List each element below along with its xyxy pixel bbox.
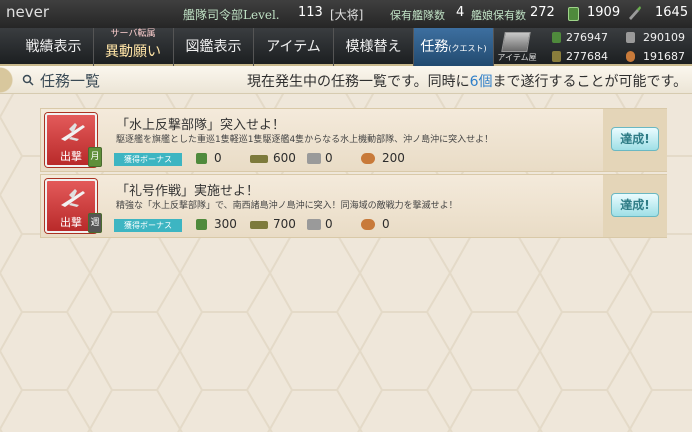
ammo-icon bbox=[250, 155, 268, 163]
bucket-icon bbox=[568, 7, 579, 21]
msg-before: 現在発生中の任務一覧です。同時に bbox=[247, 74, 470, 90]
quest-description: 駆逐艦を旗艦とした重巡1隻軽巡1隻駆逐艦4隻からなる水上機動部隊、沖ノ島沖に突入… bbox=[116, 135, 494, 145]
main-nav: 戦績表示 サーバ転属 異動願い 図鑑表示 アイテム 模様替え 任務(クエスト) … bbox=[0, 28, 692, 66]
nav-library-button[interactable]: 図鑑表示 bbox=[174, 28, 254, 66]
rank-label: [大将] bbox=[330, 8, 364, 22]
nav-quest-button[interactable]: 任務(クエスト) bbox=[414, 28, 494, 66]
quest-limit-message: 現在発生中の任務一覧です。同時に6個まで遂行することが可能です。 bbox=[247, 71, 687, 91]
item-shop-button[interactable]: アイテム屋 bbox=[494, 28, 540, 66]
reward-bauxite: 200 bbox=[382, 151, 405, 165]
reward-fuel: 0 bbox=[214, 151, 222, 165]
bauxite-icon bbox=[361, 153, 375, 164]
msg-after: まで遂行することが可能です。 bbox=[492, 74, 688, 90]
complete-button[interactable]: 達成! bbox=[611, 127, 659, 151]
hq-level-label: 艦隊司令部Level. bbox=[183, 8, 280, 22]
cycle-badge: 月 bbox=[88, 147, 102, 167]
complete-button[interactable]: 達成! bbox=[611, 193, 659, 217]
item-shop-label: アイテム屋 bbox=[497, 53, 537, 62]
steel-icon bbox=[307, 219, 321, 230]
reward-bauxite: 0 bbox=[382, 217, 390, 231]
bonus-label: 獲得ボーナス bbox=[114, 219, 182, 232]
reward-steel: 0 bbox=[325, 151, 333, 165]
ammo-value: 277684 bbox=[566, 50, 608, 63]
bauxite-icon bbox=[361, 219, 375, 230]
torch-icon bbox=[629, 6, 641, 20]
reward-fuel: 300 bbox=[214, 217, 237, 231]
fleet-count-value: 4 bbox=[456, 5, 465, 20]
torch-count: 1645 bbox=[655, 5, 689, 20]
hq-level-value: 113 bbox=[298, 5, 323, 20]
fuel-icon bbox=[552, 32, 561, 43]
msg-highlight: 6個 bbox=[469, 74, 493, 90]
ship-count-value: 272 bbox=[530, 5, 555, 20]
fuel-value: 276947 bbox=[566, 31, 608, 44]
quest-title: 「水上反撃部隊」突入せよ！ bbox=[116, 118, 286, 133]
steel-icon bbox=[307, 153, 321, 164]
search-icon bbox=[22, 74, 34, 86]
bauxite-icon bbox=[626, 51, 635, 62]
quest-label: 任務 bbox=[420, 39, 449, 55]
nav-remodel-button[interactable]: 模様替え bbox=[334, 28, 414, 66]
quest-list-header: 任務一覧 現在発生中の任務一覧です。同時に6個まで遂行することが可能です。 bbox=[0, 66, 692, 94]
reward-steel: 0 bbox=[325, 217, 333, 231]
reward-ammo: 700 bbox=[273, 217, 296, 231]
header-decoration bbox=[0, 66, 20, 94]
ammo-icon bbox=[552, 51, 561, 62]
nav-items-button[interactable]: アイテム bbox=[254, 28, 334, 66]
page-title: 任務一覧 bbox=[40, 72, 101, 90]
cycle-badge: 週 bbox=[88, 213, 102, 233]
nav-server-transfer-button[interactable]: サーバ転属 異動願い bbox=[94, 28, 174, 66]
status-bar: never 艦隊司令部Level. 113 [大将] 保有艦隊数 4 艦娘保有数… bbox=[0, 0, 692, 28]
steel-value: 290109 bbox=[643, 31, 685, 44]
server-transfer-sublabel: サーバ転属 bbox=[110, 29, 156, 39]
ammo-icon bbox=[250, 221, 268, 229]
steel-icon bbox=[626, 32, 635, 43]
item-shop-icon bbox=[501, 32, 531, 52]
fuel-icon bbox=[196, 219, 207, 230]
quest-description: 精強な「水上反撃部隊」で、南西諸島沖ノ島沖に突入！同海域の敵戦力を撃滅せよ！ bbox=[116, 201, 458, 211]
bauxite-value: 191687 bbox=[643, 50, 685, 63]
server-transfer-label: 異動願い bbox=[105, 44, 161, 60]
bonus-label: 獲得ボーナス bbox=[114, 153, 182, 166]
bucket-count: 1909 bbox=[587, 5, 621, 20]
reward-ammo: 600 bbox=[273, 151, 296, 165]
plane-icon bbox=[61, 123, 85, 141]
quest-sublabel: (クエスト) bbox=[448, 44, 487, 53]
player-name: never bbox=[6, 3, 50, 21]
nav-record-button[interactable]: 戦績表示 bbox=[14, 28, 94, 66]
quest-title: 「礼号作戦」実施せよ！ bbox=[116, 184, 260, 199]
plane-icon bbox=[61, 189, 85, 207]
fuel-icon bbox=[196, 153, 207, 164]
fleet-count-label: 保有艦隊数 bbox=[390, 9, 445, 22]
ship-count-label: 艦娘保有数 bbox=[471, 9, 526, 22]
quest-item[interactable]: 出撃 週 「礼号作戦」実施せよ！ 精強な「水上反撃部隊」で、南西諸島沖ノ島沖に突… bbox=[40, 174, 667, 238]
quest-item[interactable]: 出撃 月 「水上反撃部隊」突入せよ！ 駆逐艦を旗艦とした重巡1隻軽巡1隻駆逐艦4… bbox=[40, 108, 667, 172]
